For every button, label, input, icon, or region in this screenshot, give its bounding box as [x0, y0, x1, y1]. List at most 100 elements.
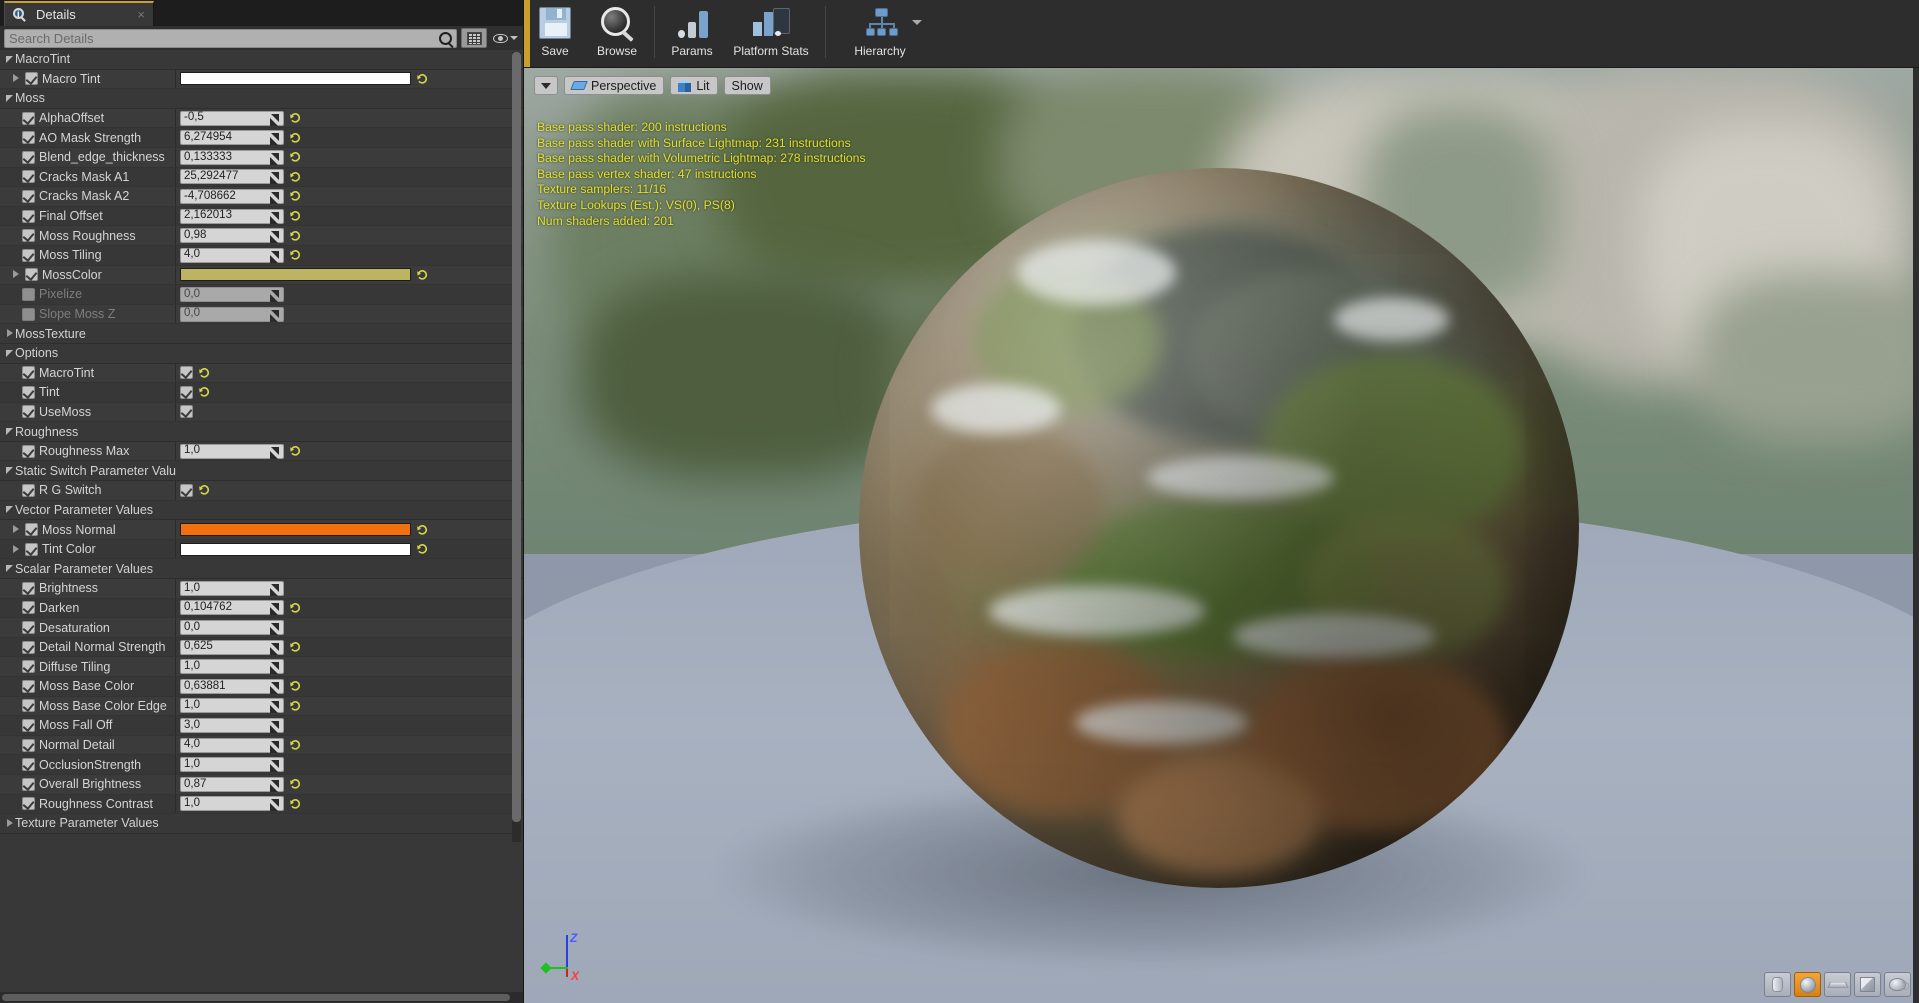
drag-handle-icon[interactable]: [270, 682, 279, 691]
reset-to-default-icon[interactable]: [417, 73, 428, 85]
reset-to-default-icon[interactable]: [290, 641, 301, 653]
property-row-diffuse-tiling[interactable]: Diffuse Tiling1,0: [0, 657, 523, 677]
numeric-input-moss-base-color[interactable]: 0,63881: [180, 679, 284, 694]
reset-to-default-icon[interactable]: [417, 524, 428, 536]
drag-handle-icon[interactable]: [270, 584, 279, 593]
properties-scroll-area[interactable]: MacroTintMacro TintMossAlphaOffset-0,5AO…: [0, 50, 523, 992]
drag-handle-icon[interactable]: [270, 780, 279, 789]
drag-handle-icon[interactable]: [270, 799, 279, 808]
property-checkbox-desaturation[interactable]: [22, 621, 35, 634]
drag-handle-icon[interactable]: [270, 251, 279, 260]
chevron-right-icon[interactable]: [12, 525, 21, 534]
column-view-button[interactable]: [461, 28, 487, 48]
property-checkbox-moss-base-color[interactable]: [22, 680, 35, 693]
chevron-down-icon[interactable]: [6, 564, 15, 573]
drag-handle-icon[interactable]: [270, 721, 279, 730]
numeric-input-occlusionstrength[interactable]: 1,0: [180, 757, 284, 772]
numeric-input-moss-tiling[interactable]: 4,0: [180, 248, 284, 263]
property-category-options[interactable]: Options: [0, 344, 523, 364]
property-row-moss-base-color[interactable]: Moss Base Color0,63881: [0, 677, 523, 697]
reset-to-default-icon[interactable]: [417, 543, 428, 555]
property-checkbox-diffuse-tiling[interactable]: [22, 660, 35, 673]
reset-to-default-icon[interactable]: [199, 386, 210, 398]
property-checkbox-slope-moss-z[interactable]: [22, 308, 35, 321]
view-mode-lit-button[interactable]: Lit: [670, 76, 717, 95]
chevron-right-icon[interactable]: [12, 545, 21, 554]
drag-handle-icon[interactable]: [270, 447, 279, 456]
numeric-input-brightness[interactable]: 1,0: [180, 581, 284, 596]
chevron-down-icon[interactable]: [6, 94, 15, 103]
reset-to-default-icon[interactable]: [290, 602, 301, 614]
property-checkbox-roughness-contrast[interactable]: [22, 797, 35, 810]
browse-button[interactable]: Browse: [586, 0, 648, 62]
reset-to-default-icon[interactable]: [290, 132, 301, 144]
property-category-scalar-parameter-values[interactable]: Scalar Parameter Values: [0, 559, 523, 579]
numeric-input-moss-base-color-edge[interactable]: 1,0: [180, 698, 284, 713]
params-button[interactable]: Params: [661, 0, 723, 62]
property-checkbox-pixelize[interactable]: [22, 288, 35, 301]
property-checkbox-occlusionstrength[interactable]: [22, 758, 35, 771]
property-row-overall-brightness[interactable]: Overall Brightness0,87: [0, 775, 523, 795]
preview-shape-cube-button[interactable]: [1854, 972, 1881, 997]
property-row-normal-detail[interactable]: Normal Detail4,0: [0, 736, 523, 756]
property-row-moss-fall-off[interactable]: Moss Fall Off3,0: [0, 716, 523, 736]
reset-to-default-icon[interactable]: [417, 269, 428, 281]
numeric-input-desaturation[interactable]: 0,0: [180, 620, 284, 635]
numeric-input-roughness-max[interactable]: 1,0: [180, 444, 284, 459]
reset-to-default-icon[interactable]: [290, 112, 301, 124]
property-checkbox-mosscolor[interactable]: [25, 268, 38, 281]
drag-handle-icon[interactable]: [270, 760, 279, 769]
property-checkbox-tint-color[interactable]: [25, 543, 38, 556]
numeric-input-overall-brightness[interactable]: 0,87: [180, 777, 284, 792]
property-row-tint-color[interactable]: Tint Color: [0, 540, 523, 560]
property-row-macrotint[interactable]: MacroTint: [0, 364, 523, 384]
property-row-mosscolor[interactable]: MossColor: [0, 266, 523, 286]
reset-to-default-icon[interactable]: [290, 249, 301, 261]
preview-shape-plane-button[interactable]: [1824, 972, 1851, 997]
reset-to-default-icon[interactable]: [290, 190, 301, 202]
reset-to-default-icon[interactable]: [199, 484, 210, 496]
reset-to-default-icon[interactable]: [290, 151, 301, 163]
reset-to-default-icon[interactable]: [290, 210, 301, 222]
property-checkbox-macrotint[interactable]: [22, 366, 35, 379]
property-row-detail-normal-strength[interactable]: Detail Normal Strength0,625: [0, 638, 523, 658]
property-checkbox-usemoss[interactable]: [22, 405, 35, 418]
hscrollbar-thumb[interactable]: [2, 994, 510, 1001]
value-checkbox-macrotint[interactable]: [180, 366, 193, 379]
property-checkbox-roughness-max[interactable]: [22, 445, 35, 458]
property-checkbox-moss-normal[interactable]: [25, 523, 38, 536]
numeric-input-slope-moss-z[interactable]: 0,0: [180, 307, 284, 322]
reset-to-default-icon[interactable]: [290, 171, 301, 183]
property-row-tint[interactable]: Tint: [0, 383, 523, 403]
reset-to-default-icon[interactable]: [199, 367, 210, 379]
numeric-input-diffuse-tiling[interactable]: 1,0: [180, 659, 284, 674]
reset-to-default-icon[interactable]: [290, 798, 301, 810]
property-row-r-g-switch[interactable]: R G Switch: [0, 481, 523, 501]
save-button[interactable]: Save: [524, 0, 586, 62]
color-swatch-tint-color[interactable]: [180, 543, 411, 556]
vertical-scrollbar[interactable]: [512, 52, 521, 842]
drag-handle-icon[interactable]: [270, 290, 279, 299]
numeric-input-darken[interactable]: 0,104762: [180, 600, 284, 615]
numeric-input-cracks-mask-a1[interactable]: 25,292477: [180, 169, 284, 184]
property-checkbox-macro-tint[interactable]: [25, 72, 38, 85]
drag-handle-icon[interactable]: [270, 212, 279, 221]
property-checkbox-r-g-switch[interactable]: [22, 484, 35, 497]
numeric-input-ao-mask-strength[interactable]: 6,274954: [180, 130, 284, 145]
preview-shape-sphere-button[interactable]: [1794, 972, 1821, 997]
drag-handle-icon[interactable]: [270, 623, 279, 632]
numeric-input-final-offset[interactable]: 2,162013: [180, 209, 284, 224]
property-row-roughness-contrast[interactable]: Roughness Contrast1,0: [0, 795, 523, 815]
chevron-down-icon[interactable]: [912, 20, 922, 25]
search-input[interactable]: [9, 31, 437, 46]
search-details-box[interactable]: [4, 29, 457, 48]
color-swatch-moss-normal[interactable]: [180, 523, 411, 536]
property-row-final-offset[interactable]: Final Offset2,162013: [0, 207, 523, 227]
property-checkbox-ao-mask-strength[interactable]: [22, 131, 35, 144]
chevron-right-icon[interactable]: [12, 74, 21, 83]
property-row-slope-moss-z[interactable]: Slope Moss Z0,0: [0, 305, 523, 325]
property-checkbox-normal-detail[interactable]: [22, 739, 35, 752]
hierarchy-button[interactable]: Hierarchy: [832, 0, 928, 62]
drag-handle-icon[interactable]: [270, 701, 279, 710]
chevron-right-icon[interactable]: [6, 329, 15, 338]
